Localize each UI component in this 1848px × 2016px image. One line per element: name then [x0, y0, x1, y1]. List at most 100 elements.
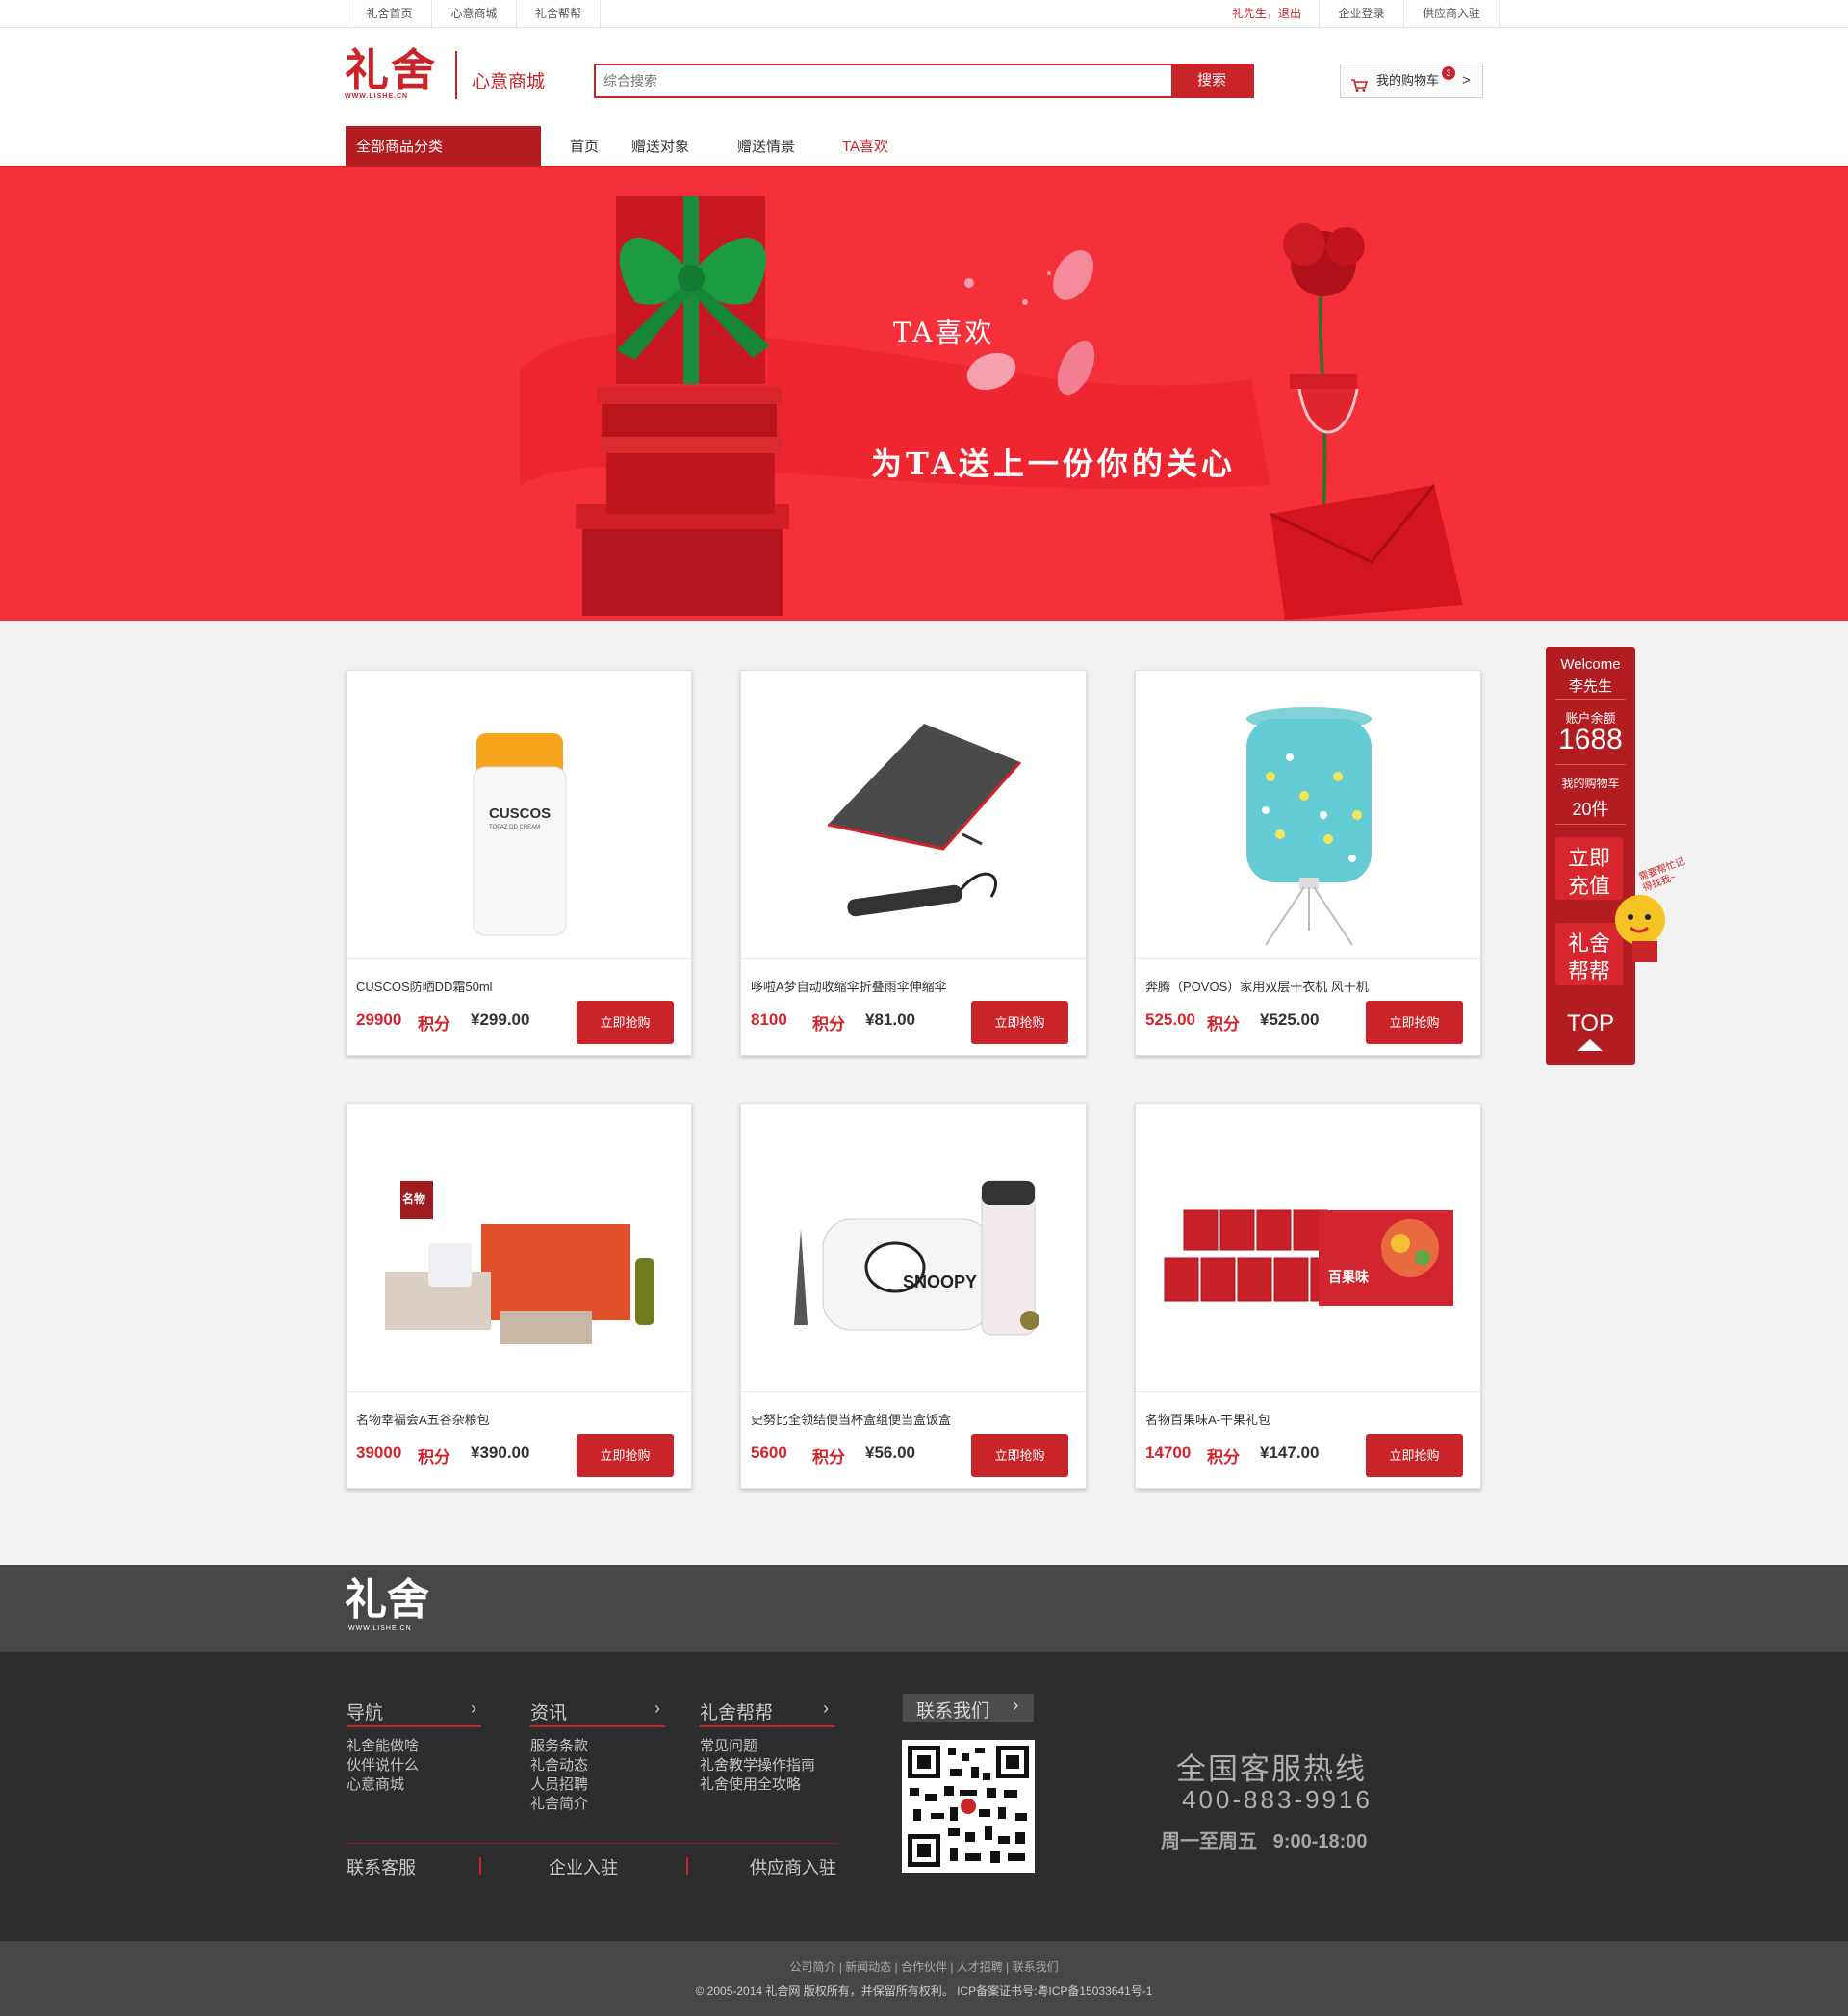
balance-value: 1688 [1558, 724, 1623, 755]
search-bar: 搜索 [594, 64, 1254, 98]
product-card[interactable]: CUSCOS TOPAZ DD CREAM CUSCOS防晒DD霜50ml 29… [346, 670, 692, 1056]
footer-main: 导航 › 礼舍能做啥 伙伴说什么 心意商城 资讯 › 服务条款 礼舍动态 人员招… [0, 1652, 1848, 1941]
footer-separator [479, 1857, 481, 1875]
banner-title: TA喜欢 [893, 317, 995, 348]
product-card[interactable]: SNOOPY 史努比全领结便当杯盒组便当盒饭盒 5600 积分 ¥56.00 立… [740, 1103, 1087, 1489]
product-points: 29900 [356, 1010, 402, 1029]
footer-col-title[interactable]: 导航 [346, 1698, 383, 1724]
footer-sub-links[interactable]: 公司简介 | 新闻动态 | 合作伙伴 | 人才招聘 | 联系我们 [0, 1958, 1848, 1975]
dried-fruit-gift-image [1164, 1209, 1453, 1306]
product-image[interactable]: 名物 [346, 1104, 691, 1392]
product-brand: SNOOPY [903, 1272, 978, 1291]
buy-now-button[interactable]: 立即抢购 [577, 1001, 674, 1044]
qr-code-image [902, 1740, 1035, 1873]
footer-supplier-join[interactable]: 供应商入驻 [750, 1854, 836, 1879]
footer-link[interactable]: 伙伴说什么 [346, 1756, 419, 1775]
product-card[interactable]: 名物 名物幸福会A五谷杂粮包 39000 积分 ¥390.00 立即抢购 [346, 1103, 692, 1489]
side-cart-label: 我的购物车 [1561, 777, 1620, 790]
footer-col-underline [346, 1725, 481, 1727]
contact-us-label: 联系我们 [916, 1701, 990, 1722]
product-card[interactable]: 奔腾（POVOS）家用双层干衣机 风干机 525.00 积分 ¥525.00 立… [1135, 670, 1481, 1056]
footer-col-title[interactable]: 礼舍帮帮 [700, 1698, 773, 1724]
footer-link[interactable]: 服务条款 [530, 1737, 588, 1756]
side-divider [1555, 764, 1626, 765]
nav-ta-likes[interactable]: TA喜欢 [842, 126, 888, 167]
footer-separator [686, 1857, 688, 1875]
top-link-mall[interactable]: 心意商城 [431, 0, 516, 28]
search-input[interactable] [603, 65, 1085, 96]
hero-banner[interactable]: TA喜欢 为TA送上一份你的关心 [0, 167, 1848, 621]
product-brand: CUSCOS [489, 805, 552, 822]
site-logo[interactable]: 礼舍 WWW.LISHE.CN [345, 47, 441, 105]
product-name[interactable]: 史努比全领结便当杯盒组便当盒饭盒 [751, 1410, 951, 1428]
top-bar: 礼舍首页 心意商城 礼舍帮帮 礼先生，退出 企业登录 供应商入驻 [0, 0, 1848, 28]
product-name[interactable]: 名物百果味A-干果礼包 [1145, 1410, 1270, 1428]
product-card[interactable]: 哆啦A梦自动收缩伞折叠雨伞伸缩伞 8100 积分 ¥81.00 立即抢购 [740, 670, 1087, 1056]
product-badge: 名物 [402, 1192, 426, 1206]
footer-link[interactable]: 礼舍简介 [530, 1795, 588, 1814]
product-image[interactable]: SNOOPY [741, 1104, 1086, 1392]
product-name[interactable]: CUSCOS防晒DD霜50ml [356, 977, 493, 995]
product-price: ¥390.00 [471, 1443, 530, 1462]
points-label: 积分 [812, 1448, 845, 1467]
product-image[interactable]: CUSCOS TOPAZ DD CREAM [346, 671, 691, 959]
banner-slogan: 为TA送上一份你的关心 [871, 446, 1236, 482]
side-cart-count: 20件 [1572, 800, 1609, 819]
points-label: 积分 [1207, 1015, 1240, 1034]
contact-us-tag[interactable]: 联系我们 › [903, 1694, 1034, 1722]
product-image[interactable] [1136, 671, 1480, 959]
footer-brand-bar: 礼舍 WWW.LISHE.CN [0, 1565, 1848, 1652]
footer-col-title[interactable]: 资讯 [530, 1698, 567, 1724]
top-link-help[interactable]: 礼舍帮帮 [516, 0, 601, 28]
top-enterprise-login[interactable]: 企业登录 [1319, 0, 1403, 28]
nav-home[interactable]: 首页 [570, 126, 599, 167]
footer-divider [346, 1843, 837, 1844]
snoopy-lunchbox-image [794, 1180, 1040, 1336]
logo-divider [455, 51, 457, 99]
product-name[interactable]: 名物幸福会A五谷杂粮包 [356, 1410, 490, 1428]
footer-link[interactable]: 礼舍教学操作指南 [700, 1756, 815, 1775]
chevron-right-icon: › [654, 1698, 660, 1718]
top-user-logout[interactable]: 礼先生，退出 [1215, 0, 1319, 28]
product-name[interactable]: 奔腾（POVOS）家用双层干衣机 风干机 [1145, 977, 1369, 995]
service-hours: 周一至周五 9:00-18:00 [1161, 1831, 1368, 1852]
top-link-home[interactable]: 礼舍首页 [346, 0, 431, 28]
top-supplier-join[interactable]: 供应商入驻 [1403, 0, 1500, 28]
product-price: ¥56.00 [865, 1443, 915, 1462]
chevron-right-icon: › [1013, 1696, 1019, 1716]
product-points: 39000 [356, 1443, 402, 1462]
buy-now-button[interactable]: 立即抢购 [971, 1434, 1068, 1477]
product-image[interactable]: 百果味 [1136, 1104, 1480, 1392]
product-image[interactable] [741, 671, 1086, 959]
product-price: ¥525.00 [1260, 1010, 1320, 1029]
hotline-number[interactable]: 400-883-9916 [1182, 1785, 1373, 1815]
nav-occasions[interactable]: 赠送情景 [737, 126, 795, 167]
banner-illustration [520, 196, 1463, 620]
footer-link[interactable]: 心意商城 [346, 1775, 404, 1795]
product-points: 5600 [751, 1443, 787, 1462]
user-side-panel: Welcome 李先生 账户余额 1688 我的购物车 20件 立即 充值 礼舍… [1546, 647, 1635, 1065]
buy-now-button[interactable]: 立即抢购 [577, 1434, 674, 1477]
buy-now-button[interactable]: 立即抢购 [971, 1001, 1068, 1044]
footer-link[interactable]: 常见问题 [700, 1737, 757, 1756]
hotline-title: 全国客服热线 [1176, 1752, 1367, 1786]
search-button[interactable]: 搜索 [1171, 65, 1252, 96]
back-to-top-button[interactable]: TOP [1546, 1010, 1635, 1037]
footer-link[interactable]: 礼舍动态 [530, 1756, 588, 1775]
footer-link[interactable]: 礼舍使用全攻略 [700, 1775, 801, 1795]
product-points: 8100 [751, 1010, 787, 1029]
product-name[interactable]: 哆啦A梦自动收缩伞折叠雨伞伸缩伞 [751, 977, 947, 995]
header: 礼舍 WWW.LISHE.CN 心意商城 搜索 我的购物车 3 > 全部商品分类… [0, 28, 1848, 167]
footer-enterprise-join[interactable]: 企业入驻 [549, 1854, 618, 1879]
footer-link[interactable]: 人员招聘 [530, 1775, 588, 1795]
buy-now-button[interactable]: 立即抢购 [1366, 1001, 1463, 1044]
nav-recipients[interactable]: 赠送对象 [631, 126, 689, 167]
footer-contact-service[interactable]: 联系客服 [346, 1854, 416, 1879]
all-categories-menu[interactable]: 全部商品分类 [346, 126, 541, 167]
product-card[interactable]: 百果味 名物百果味A-干果礼包 14700 积分 ¥147.00 立即抢购 [1135, 1103, 1481, 1489]
side-username: 李先生 [1568, 678, 1612, 695]
cart-button[interactable]: 我的购物车 3 > [1340, 64, 1483, 98]
footer-link[interactable]: 礼舍能做啥 [346, 1737, 419, 1756]
buy-now-button[interactable]: 立即抢购 [1366, 1434, 1463, 1477]
product-points: 14700 [1145, 1443, 1192, 1462]
